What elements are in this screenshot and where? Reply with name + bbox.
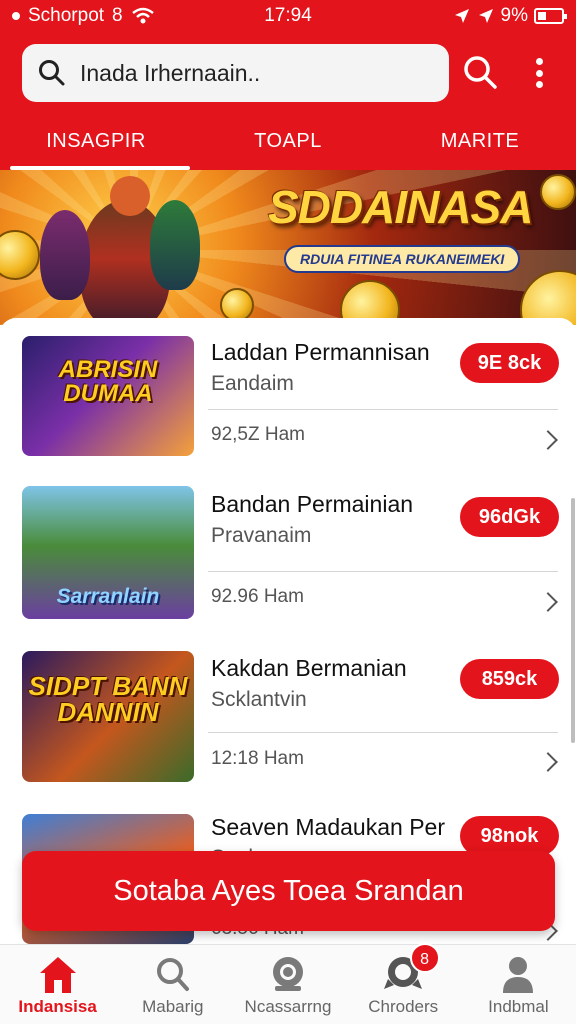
scrollbar[interactable]	[571, 498, 575, 743]
chevron-right-icon	[538, 592, 558, 612]
nav-item-search[interactable]: Mabarig	[115, 945, 230, 1024]
game-meta: 12:18 Ham	[211, 748, 304, 769]
banner-title: SDDAINASA	[268, 181, 533, 233]
price-button[interactable]: 859ck	[460, 659, 559, 699]
tab-insagpir[interactable]: INSAGPIR	[0, 112, 192, 170]
chevron-right-icon	[538, 430, 558, 450]
game-thumbnail: Sarranlain	[22, 486, 194, 619]
thumbnail-label: SIDPT BANN DANNIN	[28, 671, 188, 727]
home-icon	[39, 957, 76, 993]
nav-label: Indbmal	[488, 997, 549, 1016]
price-button[interactable]: 98nok	[460, 816, 559, 856]
list-item[interactable]: Sarranlain Bandan Permainian Pravanaim 9…	[0, 486, 576, 646]
nav-label: Chroders	[368, 997, 439, 1016]
more-dot-icon	[535, 58, 543, 65]
game-title: Seaven Madaukan Per	[211, 814, 445, 840]
banner-subtitle: RDUIA FITINEA RUKANEIMEKI	[284, 245, 521, 273]
notification-badge: 8	[409, 943, 440, 973]
battery-percent: 9%	[500, 5, 528, 26]
price-button[interactable]: 9E 8ck	[460, 343, 559, 383]
gamepad-icon	[273, 957, 303, 991]
game-title: Bandan Permainian	[211, 491, 414, 517]
location-icon	[454, 9, 469, 23]
tab-marite[interactable]: MARITE	[384, 112, 576, 170]
hero-character	[110, 176, 150, 216]
nav-label: Mabarig	[142, 997, 204, 1016]
tab-bar: INSAGPIR TOAPL MARITE	[0, 112, 576, 170]
list-item[interactable]: ABRISIN DUMAA Laddan Permannisan Eandaim…	[0, 336, 576, 496]
more-dot-icon	[535, 81, 543, 88]
nav-label: Ncassarrng	[244, 997, 332, 1016]
navigation-icon	[478, 9, 493, 23]
game-title: Kakdan Bermanian	[211, 655, 407, 681]
more-dot-icon	[535, 69, 543, 77]
status-right: 9%	[453, 5, 567, 27]
list-item[interactable]: SIDPT BANN DANNIN Kakdan Bermanian Sckla…	[0, 651, 576, 811]
tab-toapl[interactable]: TOAPL	[192, 112, 384, 170]
divider	[208, 732, 558, 733]
nav-label: Indansisa	[18, 997, 97, 1016]
nav-item-chroders[interactable]: 8 Chroders	[346, 943, 461, 1024]
header-search-button[interactable]	[462, 54, 500, 92]
divider	[208, 571, 558, 572]
search-icon	[464, 56, 497, 89]
more-options-button[interactable]	[522, 52, 556, 94]
hero-character	[40, 210, 90, 300]
primary-cta-button[interactable]: Sotaba Ayes Toea Srandan	[22, 851, 555, 931]
divider	[208, 409, 558, 410]
game-subtitle: Pravanaim	[211, 524, 312, 547]
app-header: Schorpot 8 17:94 9% Inada Irhernaain.. I…	[0, 0, 576, 170]
battery-icon	[534, 8, 567, 24]
game-meta: 92,5Z Ham	[211, 424, 305, 445]
game-subtitle: Scklantvin	[211, 688, 307, 711]
game-thumbnail: ABRISIN DUMAA	[22, 336, 194, 456]
profile-icon	[503, 957, 534, 993]
game-thumbnail: SIDPT BANN DANNIN	[22, 651, 194, 782]
coin-icon	[220, 288, 254, 322]
status-bar: Schorpot 8 17:94 9%	[0, 0, 576, 34]
hero-character	[150, 200, 200, 290]
nav-item-games[interactable]: Ncassarrng	[230, 945, 345, 1024]
game-meta: 92.96 Ham	[211, 586, 304, 607]
game-subtitle: Eandaim	[211, 372, 294, 395]
search-icon	[39, 60, 65, 86]
game-title: Laddan Permannisan	[211, 339, 430, 365]
chevron-right-icon	[538, 752, 558, 772]
thumbnail-label: Sarranlain	[56, 585, 160, 608]
search-icon	[156, 958, 189, 991]
bottom-navigation: Indansisa Mabarig Ncassarrng 8 Chroders	[0, 943, 576, 1024]
nav-item-home[interactable]: Indansisa	[0, 945, 115, 1024]
price-button[interactable]: 96dGk	[460, 497, 559, 537]
search-input[interactable]: Inada Irhernaain..	[22, 44, 449, 102]
thumbnail-label: ABRISIN DUMAA	[58, 356, 158, 407]
search-placeholder: Inada Irhernaain..	[80, 59, 261, 86]
nav-item-profile[interactable]: Indbmal	[461, 945, 576, 1024]
